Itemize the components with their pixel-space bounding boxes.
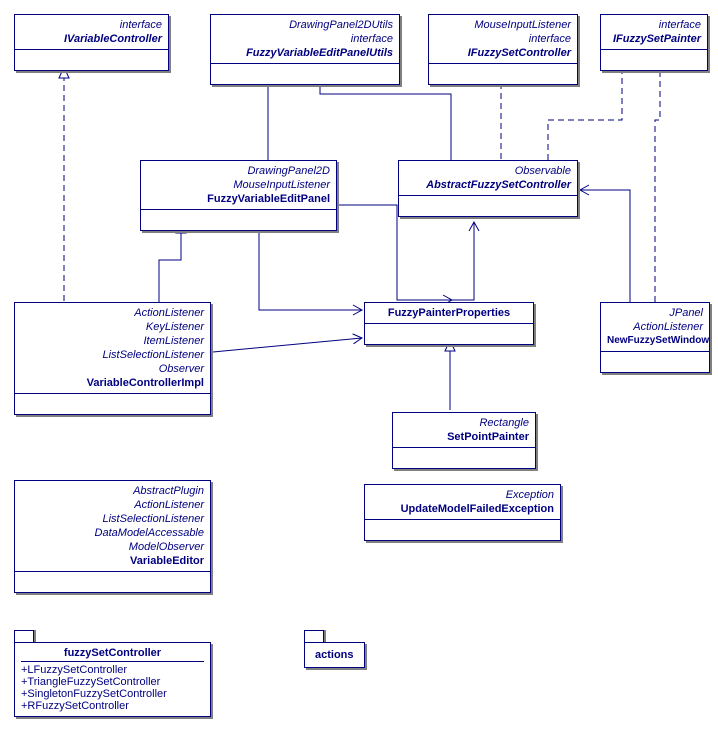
class-name: FuzzyPainterProperties: [371, 306, 527, 320]
class-ifuzzysetcontroller: MouseInputListener interface IFuzzySetCo…: [428, 14, 578, 85]
class-name: NewFuzzySetWindow: [607, 334, 703, 348]
header: MouseInputListener interface IFuzzySetCo…: [429, 15, 577, 64]
stereotype: ActionListener: [607, 320, 703, 334]
body: [601, 352, 709, 372]
stereotype: DrawingPanel2DUtils: [217, 18, 393, 32]
class-variablecontrollerimpl: ActionListener KeyListener ItemListener …: [14, 302, 211, 415]
stereotype: interface: [21, 18, 162, 32]
body: [141, 210, 336, 230]
class-fuzzyeditpanelutils: DrawingPanel2DUtils interface FuzzyVaria…: [210, 14, 400, 85]
class-name: FuzzyVariableEditPanel: [147, 192, 330, 206]
class-name: SetPointPainter: [399, 430, 529, 444]
header: Rectangle SetPointPainter: [393, 413, 535, 448]
header: DrawingPanel2DUtils interface FuzzyVaria…: [211, 15, 399, 64]
header: DrawingPanel2D MouseInputListener FuzzyV…: [141, 161, 336, 210]
package-member: +LFuzzySetController: [21, 664, 204, 676]
class-variableeditor: AbstractPlugin ActionListener ListSelect…: [14, 480, 211, 593]
package-body: fuzzySetController +LFuzzySetController …: [14, 642, 211, 717]
class-fuzzyvariableeditpanel: DrawingPanel2D MouseInputListener FuzzyV…: [140, 160, 337, 231]
stereotype: JPanel: [607, 306, 703, 320]
body: [15, 394, 210, 414]
body: [429, 64, 577, 84]
header: Observable AbstractFuzzySetController: [399, 161, 577, 196]
header: FuzzyPainterProperties: [365, 303, 533, 324]
stereotype: ModelObserver: [21, 540, 204, 554]
stereotype: ActionListener: [21, 498, 204, 512]
package-member: +SingletonFuzzySetController: [21, 688, 204, 700]
stereotype: AbstractPlugin: [21, 484, 204, 498]
class-updatemodelfailedexception: Exception UpdateModelFailedException: [364, 484, 561, 541]
stereotype: MouseInputListener: [147, 178, 330, 192]
package-fuzzysetcontroller: fuzzySetController +LFuzzySetController …: [14, 630, 211, 717]
body: [393, 448, 535, 468]
stereotype: Observer: [21, 362, 204, 376]
class-name: IFuzzySetController: [435, 46, 571, 60]
package-body: actions: [304, 642, 365, 668]
package-name: fuzzySetController: [21, 647, 204, 662]
stereotype: DataModelAccessable: [21, 526, 204, 540]
stereotype: Observable: [405, 164, 571, 178]
class-fuzzypainterproperties: FuzzyPainterProperties: [364, 302, 534, 345]
body: [365, 520, 560, 540]
stereotype: ItemListener: [21, 334, 204, 348]
class-name: VariableControllerImpl: [21, 376, 204, 390]
stereotype: interface: [217, 32, 393, 46]
package-tab: [304, 630, 324, 642]
body: [15, 50, 168, 70]
header: JPanel ActionListener NewFuzzySetWindow: [601, 303, 709, 352]
stereotype: interface: [435, 32, 571, 46]
stereotype: KeyListener: [21, 320, 204, 334]
package-name: actions: [311, 647, 358, 663]
package-member: +RFuzzySetController: [21, 700, 204, 712]
class-ivariablecontroller: interface IVariableController: [14, 14, 169, 71]
body: [399, 196, 577, 216]
class-name: IVariableController: [21, 32, 162, 46]
stereotype: ListSelectionListener: [21, 348, 204, 362]
package-actions: actions: [304, 630, 365, 668]
stereotype: Exception: [371, 488, 554, 502]
body: [15, 572, 210, 592]
header: interface IVariableController: [15, 15, 168, 50]
body: [211, 64, 399, 84]
class-name: VariableEditor: [21, 554, 204, 568]
class-name: UpdateModelFailedException: [371, 502, 554, 516]
class-newfuzzysetwindow: JPanel ActionListener NewFuzzySetWindow: [600, 302, 710, 373]
stereotype: interface: [607, 18, 701, 32]
class-setpointpainter: Rectangle SetPointPainter: [392, 412, 536, 469]
header: AbstractPlugin ActionListener ListSelect…: [15, 481, 210, 572]
class-ifuzzysetpainter: interface IFuzzySetPainter: [600, 14, 708, 71]
package-tab: [14, 630, 34, 642]
package-member: +TriangleFuzzySetController: [21, 676, 204, 688]
class-name: IFuzzySetPainter: [607, 32, 701, 46]
class-name: FuzzyVariableEditPanelUtils: [217, 46, 393, 60]
stereotype: ActionListener: [21, 306, 204, 320]
stereotype: Rectangle: [399, 416, 529, 430]
class-abstractfuzzysetcontroller: Observable AbstractFuzzySetController: [398, 160, 578, 217]
stereotype: ListSelectionListener: [21, 512, 204, 526]
header: Exception UpdateModelFailedException: [365, 485, 560, 520]
body: [365, 324, 533, 344]
header: interface IFuzzySetPainter: [601, 15, 707, 50]
class-name: AbstractFuzzySetController: [405, 178, 571, 192]
stereotype: MouseInputListener: [435, 18, 571, 32]
header: ActionListener KeyListener ItemListener …: [15, 303, 210, 394]
stereotype: DrawingPanel2D: [147, 164, 330, 178]
body: [601, 50, 707, 70]
